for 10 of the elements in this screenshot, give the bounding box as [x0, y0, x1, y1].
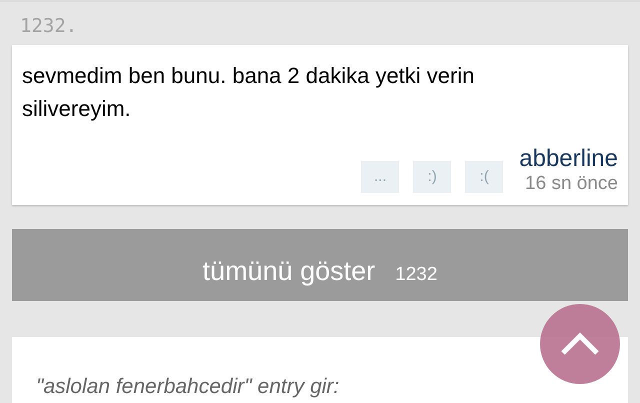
entry-text: sevmedim ben bunu. bana 2 dakika yetki verin silivereyim.: [22, 62, 476, 123]
entry-number: 1232.: [19, 14, 78, 39]
reaction-button[interactable]: ...: [361, 161, 400, 193]
reaction-button[interactable]: :): [413, 161, 452, 193]
show-all-button[interactable]: tümünü göster 1232: [12, 229, 628, 301]
reaction-button[interactable]: :(: [465, 161, 504, 193]
author-link[interactable]: abberline: [519, 145, 618, 173]
chevron-up-icon: [560, 331, 600, 357]
compose-prompt: "aslolan fenerbahcedir" entry gir:: [36, 375, 340, 398]
entry-time: 16 sn önce: [525, 173, 618, 195]
